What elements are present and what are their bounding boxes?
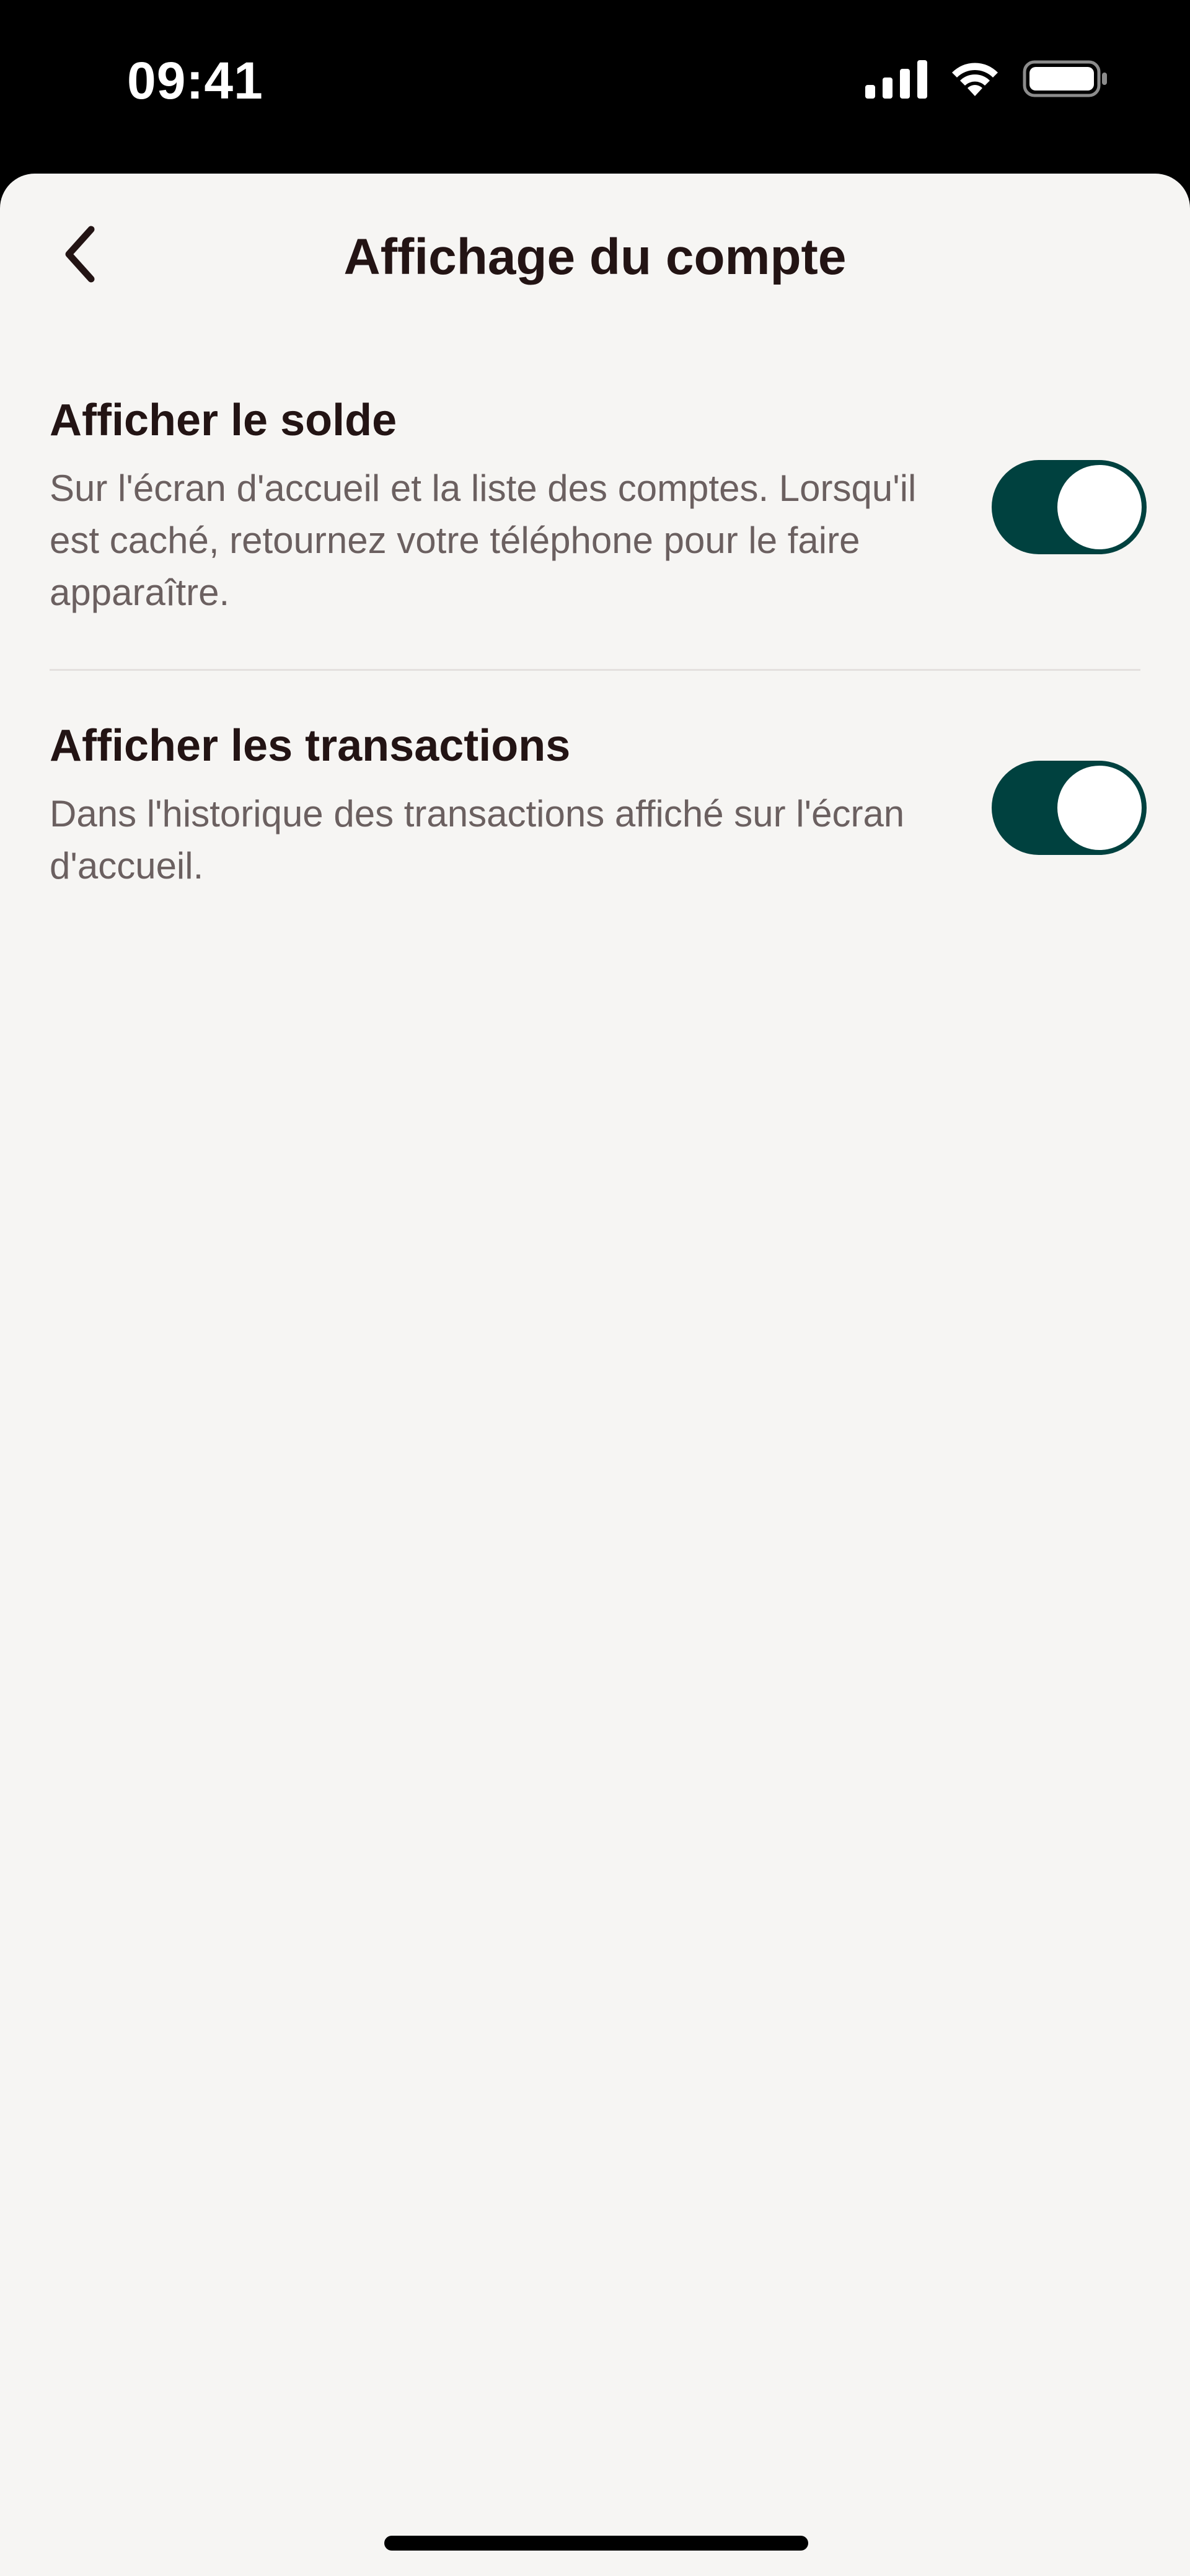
battery-icon [1023, 60, 1107, 97]
status-bar: 09:41 [0, 0, 1190, 174]
divider [50, 669, 1140, 671]
show-balance-toggle[interactable] [992, 460, 1147, 554]
settings-sheet: Affichage du compte Afficher le solde Su… [0, 174, 1190, 2576]
toggle-knob [1057, 766, 1142, 850]
setting-title: Afficher les transactions [50, 721, 571, 771]
status-time: 09:41 [127, 51, 263, 110]
toggle-knob [1057, 465, 1142, 549]
setting-description: Dans l'historique des transactions affic… [50, 793, 905, 887]
wifi-icon [952, 63, 998, 96]
page-title: Affichage du compte [343, 229, 847, 285]
show-transactions-toggle[interactable] [992, 761, 1147, 855]
setting-title: Afficher le solde [50, 396, 397, 445]
setting-show-balance: Afficher le solde Sur l'écran d'accueil … [50, 391, 1147, 619]
cellular-signal-icon [865, 60, 927, 99]
status-icons [865, 59, 1109, 99]
setting-show-transactions: Afficher les transactions Dans l'histori… [50, 716, 1147, 892]
home-indicator [384, 2536, 808, 2551]
setting-description: Sur l'écran d'accueil et la liste des co… [50, 467, 917, 613]
nav-bar: Affichage du compte [0, 174, 1190, 347]
